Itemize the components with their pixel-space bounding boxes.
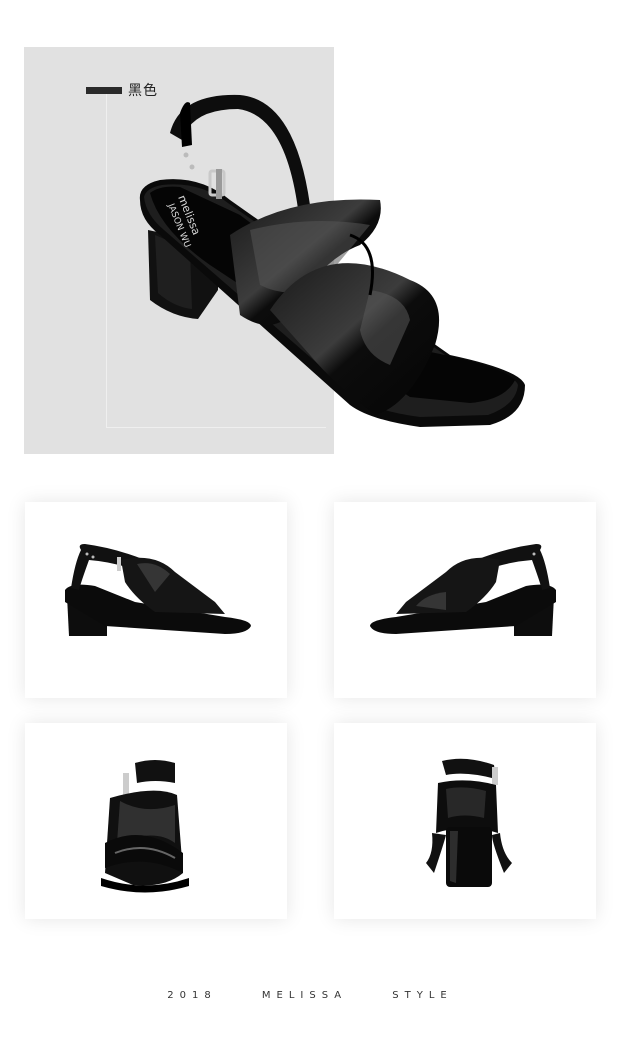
footer-year: 2018 <box>167 990 217 1001</box>
thumbnail-side-view-left[interactable] <box>334 502 596 698</box>
thumbnail-side-view-right[interactable] <box>25 502 287 698</box>
footer-tagline: 2018 MELISSA STYLE <box>0 990 620 1001</box>
footer-brand: MELISSA <box>261 990 348 1001</box>
sandal-front-image <box>101 760 189 893</box>
hero-sandal-image: melissa JASON WU <box>139 94 526 427</box>
sandal-side-right-image <box>65 544 251 636</box>
thumbnail-front-view[interactable] <box>25 723 287 919</box>
sandal-side-left-image <box>370 544 556 636</box>
thumbnail-back-view[interactable] <box>334 723 596 919</box>
sandal-back-image <box>426 758 512 887</box>
footer-word: STYLE <box>392 990 453 1001</box>
color-swatch-black <box>86 87 122 94</box>
